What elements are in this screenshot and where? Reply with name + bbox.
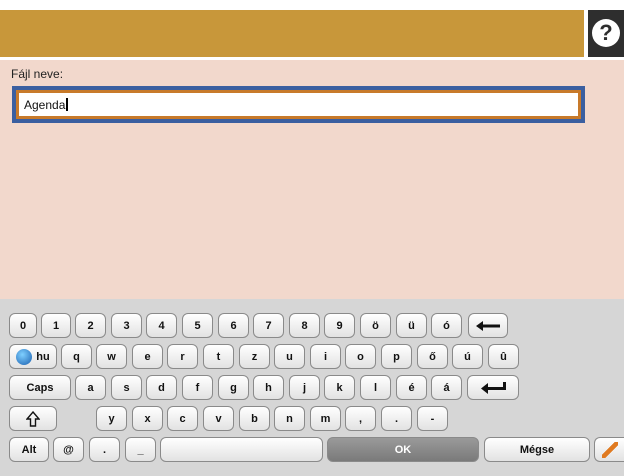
- key-y[interactable]: y: [96, 406, 127, 431]
- key-i[interactable]: i: [310, 344, 341, 369]
- key-k[interactable]: k: [324, 375, 355, 400]
- key-comma[interactable]: ,: [345, 406, 376, 431]
- key-3[interactable]: 3: [111, 313, 142, 338]
- key-8[interactable]: 8: [289, 313, 320, 338]
- key-t[interactable]: t: [203, 344, 234, 369]
- key-f[interactable]: f: [182, 375, 213, 400]
- shift-icon: [26, 410, 40, 427]
- key-underscore[interactable]: _: [125, 437, 156, 462]
- key-j[interactable]: j: [289, 375, 320, 400]
- globe-icon: [16, 348, 33, 365]
- key-d[interactable]: d: [146, 375, 177, 400]
- help-button[interactable]: ?: [588, 10, 624, 57]
- key-o[interactable]: o: [345, 344, 376, 369]
- filename-field-focus-ring: Agenda: [12, 86, 585, 123]
- clear-key[interactable]: [594, 437, 624, 462]
- key-u-diaeresis[interactable]: ü: [396, 313, 427, 338]
- key-o-acute[interactable]: ó: [431, 313, 462, 338]
- key-l[interactable]: l: [360, 375, 391, 400]
- filename-label: Fájl neve:: [11, 67, 64, 81]
- key-e[interactable]: e: [132, 344, 163, 369]
- alt-key[interactable]: Alt: [9, 437, 49, 462]
- main-panel: Fájl neve: Agenda: [0, 60, 624, 299]
- key-g[interactable]: g: [218, 375, 249, 400]
- key-6[interactable]: 6: [218, 313, 249, 338]
- key-z[interactable]: z: [239, 344, 270, 369]
- key-5[interactable]: 5: [182, 313, 213, 338]
- key-v[interactable]: v: [203, 406, 234, 431]
- filename-input[interactable]: Agenda: [16, 90, 581, 119]
- key-u-circumflex[interactable]: û: [488, 344, 519, 369]
- title-bar: ?: [0, 0, 624, 60]
- key-period[interactable]: .: [381, 406, 412, 431]
- key-p[interactable]: p: [381, 344, 412, 369]
- pencil-icon: [601, 441, 618, 458]
- key-r[interactable]: r: [167, 344, 198, 369]
- key-q[interactable]: q: [61, 344, 92, 369]
- key-hyphen[interactable]: -: [417, 406, 448, 431]
- key-e-acute[interactable]: é: [396, 375, 427, 400]
- key-7[interactable]: 7: [253, 313, 284, 338]
- cancel-button[interactable]: Mégse: [484, 437, 590, 462]
- key-w[interactable]: w: [96, 344, 127, 369]
- language-key[interactable]: hu: [9, 344, 57, 369]
- help-icon: ?: [592, 19, 620, 47]
- key-c[interactable]: c: [167, 406, 198, 431]
- backspace-icon: [476, 320, 500, 331]
- key-m[interactable]: m: [310, 406, 341, 431]
- key-u[interactable]: u: [274, 344, 305, 369]
- key-a-acute[interactable]: á: [431, 375, 462, 400]
- key-at[interactable]: @: [53, 437, 84, 462]
- key-h[interactable]: h: [253, 375, 284, 400]
- language-label: hu: [36, 350, 50, 363]
- key-o-double-acute[interactable]: ő: [417, 344, 448, 369]
- space-key[interactable]: [160, 437, 323, 462]
- key-4[interactable]: 4: [146, 313, 177, 338]
- title-bar-fill: [0, 10, 584, 57]
- key-a[interactable]: a: [75, 375, 106, 400]
- key-9[interactable]: 9: [324, 313, 355, 338]
- key-s[interactable]: s: [111, 375, 142, 400]
- enter-icon: [481, 381, 506, 394]
- key-o-diaeresis[interactable]: ö: [360, 313, 391, 338]
- backspace-key[interactable]: [468, 313, 508, 338]
- on-screen-keyboard: 0 1 2 3 4 5 6 7 8 9 ö ü ó hu q w e r t z…: [0, 299, 624, 476]
- key-1[interactable]: 1: [41, 313, 71, 338]
- filename-value: Agenda: [24, 98, 66, 112]
- key-x[interactable]: x: [132, 406, 163, 431]
- shift-key[interactable]: [9, 406, 57, 431]
- key-0[interactable]: 0: [9, 313, 37, 338]
- key-2[interactable]: 2: [75, 313, 106, 338]
- enter-key[interactable]: [467, 375, 519, 400]
- key-n[interactable]: n: [274, 406, 305, 431]
- text-caret: [66, 98, 69, 111]
- ok-button[interactable]: OK: [327, 437, 479, 462]
- key-u-acute[interactable]: ú: [452, 344, 483, 369]
- caps-key[interactable]: Caps: [9, 375, 71, 400]
- key-dot[interactable]: .: [89, 437, 120, 462]
- key-b[interactable]: b: [239, 406, 270, 431]
